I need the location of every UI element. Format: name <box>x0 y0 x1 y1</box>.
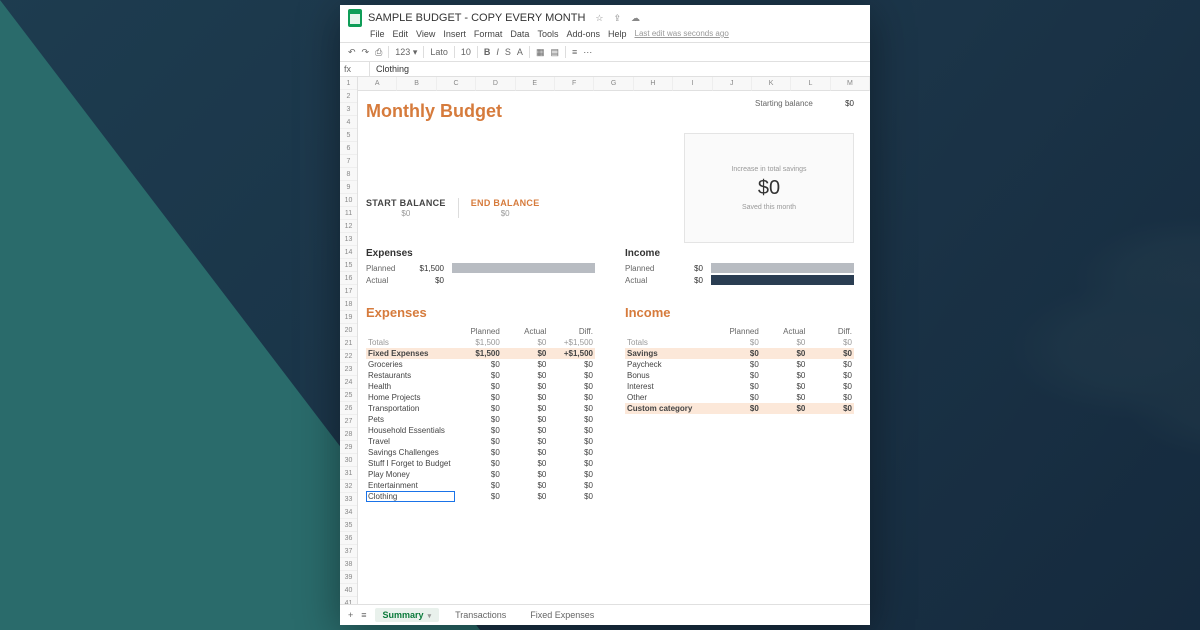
menu-edit[interactable]: Edit <box>393 29 409 39</box>
table-row[interactable]: Transportation$0$0$0 <box>366 403 595 414</box>
income-table-title: Income <box>625 305 854 320</box>
menu-help[interactable]: Help <box>608 29 627 39</box>
expenses-table: Expenses Planned Actual Diff. Totals $1,… <box>366 305 595 502</box>
menu-bar: File Edit View Insert Format Data Tools … <box>340 29 870 42</box>
sheets-icon <box>348 9 362 27</box>
table-row[interactable]: Fixed Expenses$1,500$0+$1,500 <box>366 348 595 359</box>
table-row[interactable]: Health$0$0$0 <box>366 381 595 392</box>
starting-balance-label: Starting balance <box>755 99 813 108</box>
formula-input[interactable]: Clothing <box>370 62 415 76</box>
expenses-summary-title: Expenses <box>366 248 595 259</box>
star-icon[interactable]: ☆ <box>595 13 603 24</box>
more-icon[interactable]: ⋯ <box>583 47 592 58</box>
savings-amount: $0 <box>758 177 780 200</box>
tab-fixed-expenses[interactable]: Fixed Expenses <box>522 608 602 622</box>
income-planned-bar <box>711 263 854 273</box>
menu-insert[interactable]: Insert <box>443 29 466 39</box>
menu-file[interactable]: File <box>370 29 385 39</box>
row-headers[interactable]: 1234567891011121314151617181920212223242… <box>340 77 358 604</box>
menu-format[interactable]: Format <box>474 29 503 39</box>
menu-data[interactable]: Data <box>510 29 529 39</box>
expenses-planned-bar <box>452 263 595 273</box>
zoom-select[interactable]: 123 ▾ <box>395 47 417 58</box>
cloud-icon[interactable]: ☁ <box>631 13 640 24</box>
tab-transactions[interactable]: Transactions <box>447 608 514 622</box>
toolbar: ↶ ↷ ⎙ 123 ▾ Lato 10 B I S A ▦ ▤ ≡ ⋯ <box>340 42 870 62</box>
table-row[interactable]: Restaurants$0$0$0 <box>366 370 595 381</box>
font-select[interactable]: Lato <box>430 47 448 57</box>
spreadsheet-cells[interactable]: Monthly Budget Starting balance $0 Incre… <box>358 91 870 604</box>
start-balance-label: START BALANCE <box>366 198 446 208</box>
doc-title[interactable]: SAMPLE BUDGET - COPY EVERY MONTH <box>368 12 585 24</box>
fill-icon[interactable]: ▦ <box>536 47 545 58</box>
table-row[interactable]: Savings$0$0$0 <box>625 348 854 359</box>
start-balance-value: $0 <box>366 209 446 218</box>
starting-balance-value[interactable]: $0 <box>845 99 854 108</box>
end-balance-label: END BALANCE <box>471 198 540 208</box>
font-size[interactable]: 10 <box>461 47 471 57</box>
text-color-icon[interactable]: A <box>517 47 523 57</box>
table-row[interactable]: Play Money$0$0$0 <box>366 469 595 480</box>
print-icon[interactable]: ⎙ <box>375 47 382 58</box>
expenses-table-title: Expenses <box>366 305 595 320</box>
add-sheet-icon[interactable]: + <box>348 610 353 620</box>
menu-view[interactable]: View <box>416 29 435 39</box>
table-row[interactable]: Clothing$0$0$0 <box>366 491 595 502</box>
savings-saved-label: Saved this month <box>742 204 796 211</box>
table-row[interactable]: Totals $1,500 $0 +$1,500 <box>366 337 595 348</box>
redo-icon[interactable]: ↷ <box>362 47 370 58</box>
income-summary: Income Planned $0 Actual $0 <box>625 248 854 287</box>
sheet-tabs: + ≡ Summary▾ Transactions Fixed Expenses <box>340 604 870 625</box>
expenses-actual-bar <box>452 275 595 285</box>
table-row[interactable]: Entertainment$0$0$0 <box>366 480 595 491</box>
table-row[interactable]: Pets$0$0$0 <box>366 414 595 425</box>
table-row[interactable]: Groceries$0$0$0 <box>366 359 595 370</box>
income-summary-title: Income <box>625 248 854 259</box>
borders-icon[interactable]: ▤ <box>550 47 559 58</box>
savings-increase-label: Increase in total savings <box>731 166 806 173</box>
expenses-summary: Expenses Planned $1,500 Actual $0 <box>366 248 595 287</box>
italic-button[interactable]: I <box>496 47 499 57</box>
tab-summary[interactable]: Summary▾ <box>375 608 440 622</box>
undo-icon[interactable]: ↶ <box>348 47 356 58</box>
savings-card: Increase in total savings $0 Saved this … <box>684 133 854 243</box>
table-row[interactable]: Bonus$0$0$0 <box>625 370 854 381</box>
table-row[interactable]: Home Projects$0$0$0 <box>366 392 595 403</box>
last-edit[interactable]: Last edit was seconds ago <box>635 29 729 39</box>
table-row[interactable]: Custom category$0$0$0 <box>625 403 854 414</box>
column-headers[interactable]: ABCDEFGHIJKLM <box>358 77 870 91</box>
all-sheets-icon[interactable]: ≡ <box>361 610 366 620</box>
table-row[interactable]: Household Essentials$0$0$0 <box>366 425 595 436</box>
formula-bar: fx Clothing <box>340 62 870 77</box>
menu-tools[interactable]: Tools <box>537 29 558 39</box>
starting-balance: Starting balance $0 <box>755 99 854 108</box>
table-row[interactable]: Stuff I Forget to Budget$0$0$0 <box>366 458 595 469</box>
table-row[interactable]: Savings Challenges$0$0$0 <box>366 447 595 458</box>
sheets-window: SAMPLE BUDGET - COPY EVERY MONTH ☆ ⇪ ☁ F… <box>340 5 870 625</box>
move-icon[interactable]: ⇪ <box>613 13 621 24</box>
table-row[interactable]: Other$0$0$0 <box>625 392 854 403</box>
title-bar: SAMPLE BUDGET - COPY EVERY MONTH ☆ ⇪ ☁ <box>340 5 870 29</box>
menu-addons[interactable]: Add-ons <box>566 29 600 39</box>
strike-icon[interactable]: S <box>505 47 511 57</box>
name-box[interactable]: fx <box>340 62 370 76</box>
bold-button[interactable]: B <box>484 47 491 57</box>
end-balance-value: $0 <box>471 209 540 218</box>
table-row[interactable]: Interest$0$0$0 <box>625 381 854 392</box>
table-row[interactable]: Travel$0$0$0 <box>366 436 595 447</box>
income-table: Income Planned Actual Diff. Totals $0 $0… <box>625 305 854 502</box>
align-icon[interactable]: ≡ <box>572 47 577 57</box>
table-row[interactable]: Totals $0 $0 $0 <box>625 337 854 348</box>
income-actual-bar <box>711 275 854 285</box>
table-row[interactable]: Paycheck$0$0$0 <box>625 359 854 370</box>
